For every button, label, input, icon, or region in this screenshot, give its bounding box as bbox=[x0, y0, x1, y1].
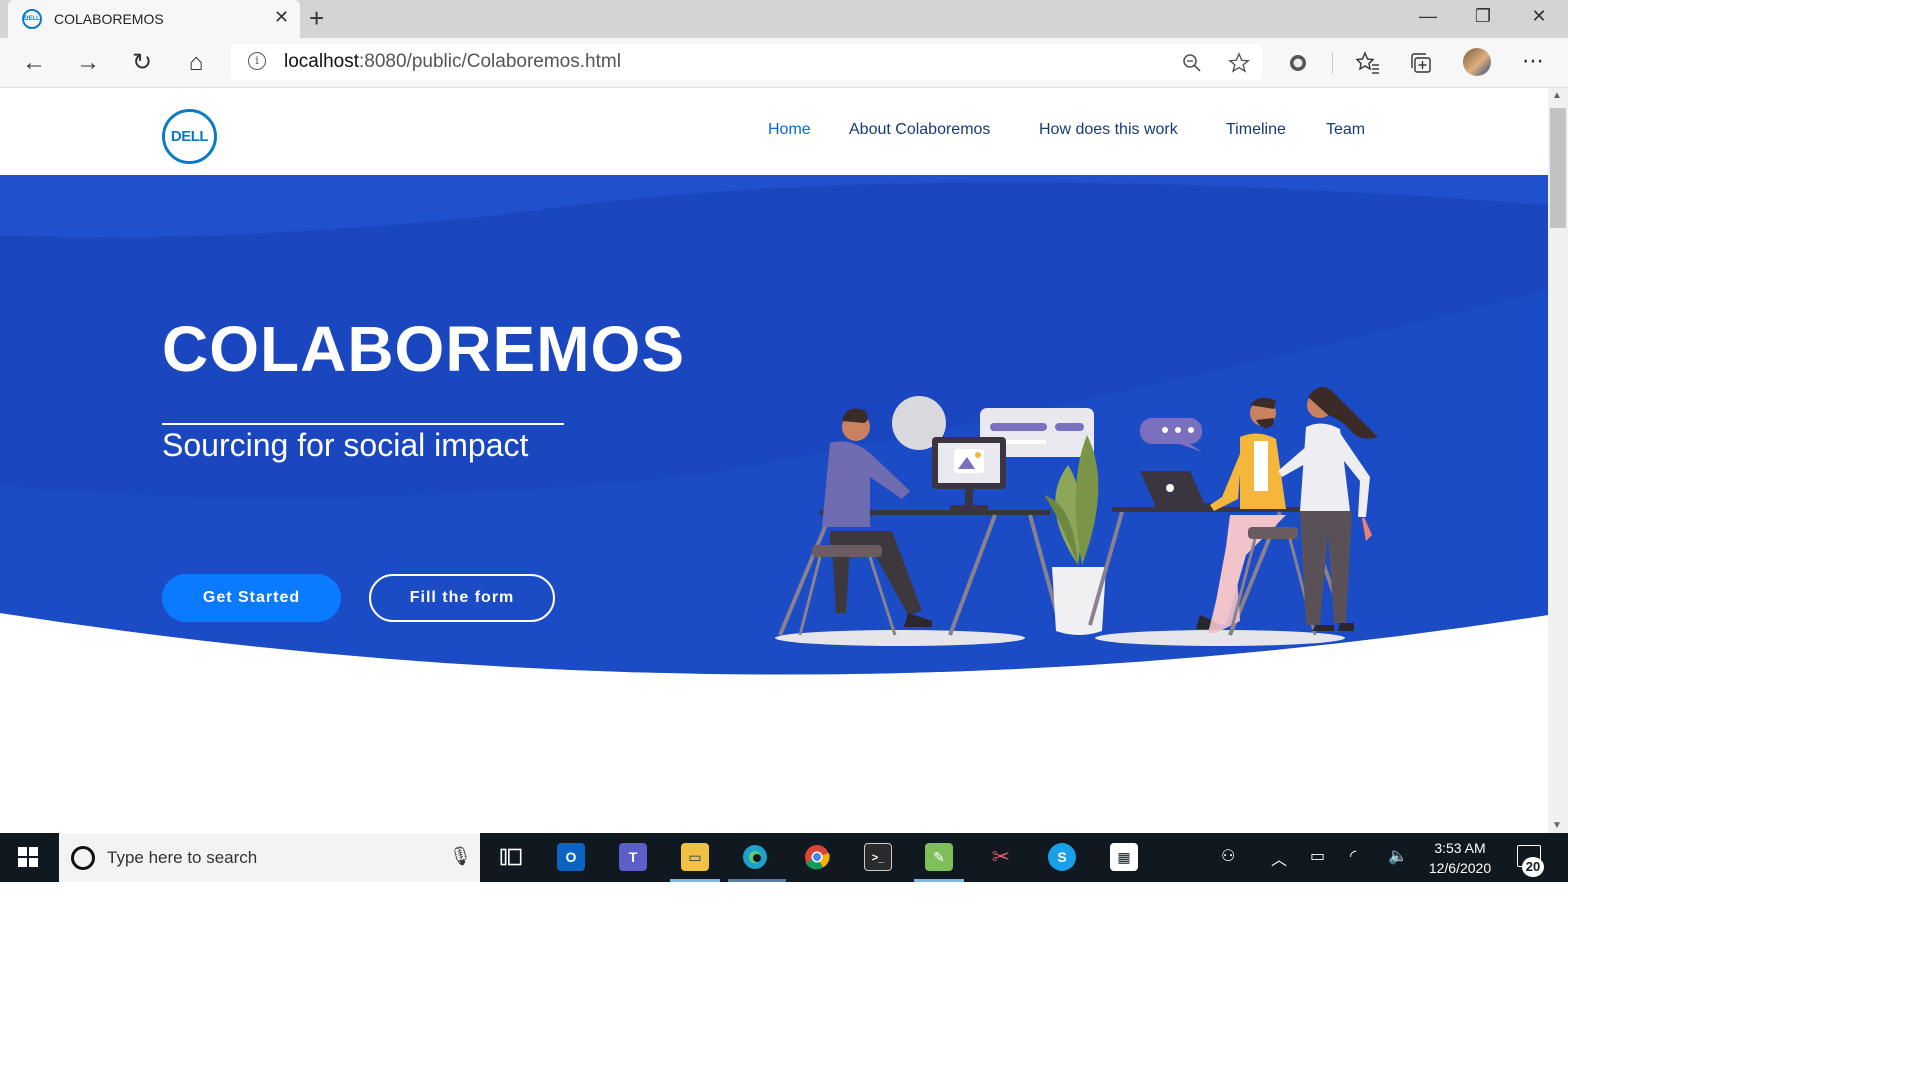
favorite-star-icon[interactable] bbox=[1228, 52, 1250, 74]
notification-count-badge: 20 bbox=[1522, 857, 1544, 877]
forward-button[interactable]: → bbox=[73, 48, 103, 78]
url-text[interactable]: localhost:8080/public/Colaboremos.html bbox=[284, 51, 621, 73]
chat-bubble bbox=[1140, 418, 1202, 452]
nav-timeline[interactable]: Timeline bbox=[1226, 121, 1286, 139]
hero-section: COLABOREMOS Sourcing for social impact G… bbox=[0, 175, 1548, 695]
skype-icon[interactable]: S bbox=[1048, 843, 1076, 871]
windows-start-icon[interactable] bbox=[18, 847, 38, 867]
windows-taskbar: Type here to search 🎙 O T ▭ >_ ✎ ✂ S ▦ ⚇… bbox=[0, 833, 1568, 882]
site-info-icon[interactable]: i bbox=[248, 52, 266, 70]
chair-right bbox=[1248, 527, 1298, 539]
back-button[interactable]: ← bbox=[19, 48, 49, 78]
restore-button[interactable]: ❐ bbox=[1468, 6, 1498, 27]
terminal-icon[interactable]: >_ bbox=[864, 843, 892, 871]
floor-shadow-right bbox=[1095, 630, 1345, 646]
woman-body bbox=[1300, 423, 1350, 511]
chrome-icon[interactable] bbox=[803, 843, 831, 871]
taskbar-search-placeholder[interactable]: Type here to search bbox=[107, 848, 257, 868]
volume-icon[interactable]: 🔈 bbox=[1388, 846, 1408, 866]
zoom-icon[interactable] bbox=[1182, 53, 1202, 73]
store-icon[interactable]: ▦ bbox=[1110, 843, 1138, 871]
browser-tab[interactable]: DELL COLABOREMOS ✕ bbox=[8, 0, 300, 38]
hero-divider bbox=[162, 423, 564, 425]
file-explorer-icon[interactable]: ▭ bbox=[681, 843, 709, 871]
tab-title: COLABOREMOS bbox=[54, 11, 164, 27]
toolbar-separator bbox=[1332, 52, 1333, 74]
scroll-up-icon[interactable]: ▲ bbox=[1552, 90, 1562, 101]
nav-team[interactable]: Team bbox=[1326, 121, 1365, 139]
taskbar-clock[interactable]: 3:53 AM 12/6/2020 bbox=[1420, 838, 1500, 878]
dell-logo[interactable]: DELL bbox=[162, 109, 217, 164]
nav-home[interactable]: Home bbox=[768, 121, 811, 139]
profile-avatar[interactable] bbox=[1463, 48, 1491, 76]
favorites-icon[interactable] bbox=[1356, 51, 1380, 75]
people-icon[interactable]: ⚇ bbox=[1221, 846, 1235, 866]
fill-form-button[interactable]: Fill the form bbox=[369, 574, 555, 622]
site-header: DELL Home About Colaboremos How does thi… bbox=[0, 88, 1548, 175]
collections-icon[interactable] bbox=[1410, 51, 1434, 75]
edge-icon[interactable] bbox=[741, 843, 769, 871]
minimize-button[interactable]: — bbox=[1413, 6, 1443, 27]
address-bar[interactable]: i localhost:8080/public/Colaboremos.html bbox=[230, 44, 1262, 80]
page-scrollbar[interactable]: ▲ ▼ bbox=[1548, 88, 1568, 833]
team-illustration bbox=[775, 387, 1378, 646]
clock-time: 3:53 AM bbox=[1434, 840, 1486, 856]
new-tab-button[interactable]: + bbox=[309, 3, 324, 34]
wifi-icon[interactable]: ◜ bbox=[1350, 846, 1356, 866]
browser-titlebar: DELL COLABOREMOS ✕ + — ❐ ✕ bbox=[0, 0, 1568, 38]
scroll-down-icon[interactable]: ▼ bbox=[1552, 820, 1562, 831]
more-menu-icon[interactable]: ⋯ bbox=[1522, 48, 1544, 74]
chair-left bbox=[812, 545, 882, 557]
scroll-thumb[interactable] bbox=[1550, 108, 1566, 228]
hero-title: COLABOREMOS bbox=[162, 313, 685, 385]
nav-how-it-works[interactable]: How does this work bbox=[1039, 121, 1178, 139]
extension-icon[interactable] bbox=[1287, 52, 1309, 74]
snip-icon[interactable]: ✂ bbox=[987, 843, 1015, 871]
paint-icon[interactable]: ✎ bbox=[925, 843, 953, 871]
dell-favicon-icon: DELL bbox=[22, 9, 42, 29]
get-started-button[interactable]: Get Started bbox=[162, 574, 341, 622]
file-explorer-indicator bbox=[670, 879, 720, 882]
home-button[interactable]: ⌂ bbox=[181, 48, 211, 78]
floor-shadow-left bbox=[775, 630, 1025, 646]
taskbar-search[interactable]: Type here to search 🎙 bbox=[59, 833, 480, 882]
nav-about[interactable]: About Colaboremos bbox=[849, 121, 990, 139]
hero-subtitle: Sourcing for social impact bbox=[162, 427, 529, 463]
browser-toolbar: ← → ↻ ⌂ i localhost:8080/public/Colabore… bbox=[0, 38, 1568, 88]
battery-icon[interactable]: ▭ bbox=[1310, 846, 1325, 866]
page-viewport: DELL Home About Colaboremos How does thi… bbox=[0, 88, 1548, 833]
task-view-icon[interactable] bbox=[497, 843, 525, 871]
window-close-button[interactable]: ✕ bbox=[1524, 6, 1554, 27]
cortana-icon[interactable] bbox=[71, 846, 95, 870]
teams-icon[interactable]: T bbox=[619, 843, 647, 871]
paint-indicator bbox=[914, 879, 964, 882]
outlook-icon[interactable]: O bbox=[557, 843, 585, 871]
microphone-icon[interactable]: 🎙 bbox=[449, 846, 472, 867]
refresh-button[interactable]: ↻ bbox=[127, 48, 157, 78]
clock-date: 12/6/2020 bbox=[1428, 860, 1492, 876]
tab-close-icon[interactable]: ✕ bbox=[274, 7, 289, 28]
show-hidden-icons-icon[interactable]: ︿ bbox=[1271, 846, 1287, 870]
edge-active-indicator bbox=[728, 879, 786, 882]
